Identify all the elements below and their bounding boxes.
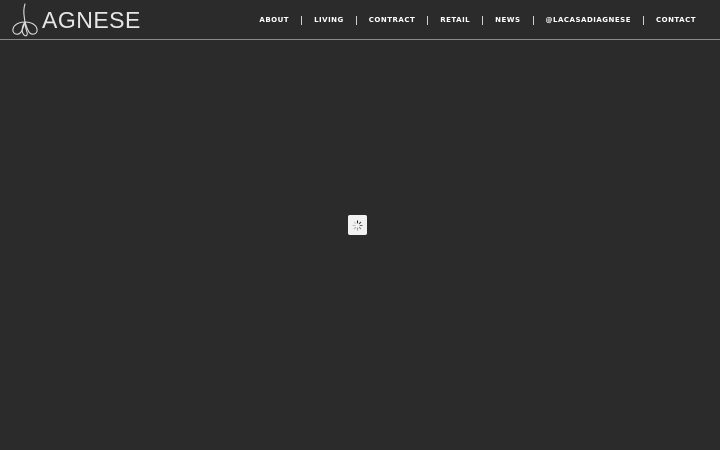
nav-item-retail[interactable]: RETAIL [428, 16, 482, 24]
nav-item-contract[interactable]: CONTRACT [357, 16, 427, 24]
site-header: AGNESE ABOUT LIVING CONTRACT RETAIL NEWS… [0, 0, 720, 40]
main-nav: ABOUT LIVING CONTRACT RETAIL NEWS @LACAS… [247, 0, 708, 40]
page: AGNESE ABOUT LIVING CONTRACT RETAIL NEWS… [0, 0, 720, 450]
loading-indicator [348, 215, 367, 235]
nav-item-contact[interactable]: CONTACT [644, 16, 708, 24]
nav-item-about[interactable]: ABOUT [247, 16, 301, 24]
nav-item-news[interactable]: NEWS [483, 16, 532, 24]
loading-spinner-icon [352, 219, 363, 231]
nav-item-living[interactable]: LIVING [302, 16, 356, 24]
brand-logo-link[interactable]: AGNESE [10, 2, 141, 38]
nav-item-instagram[interactable]: @LACASADIAGNESE [534, 16, 643, 24]
brand-name: AGNESE [42, 6, 141, 33]
trefoil-logo-icon [12, 3, 38, 37]
